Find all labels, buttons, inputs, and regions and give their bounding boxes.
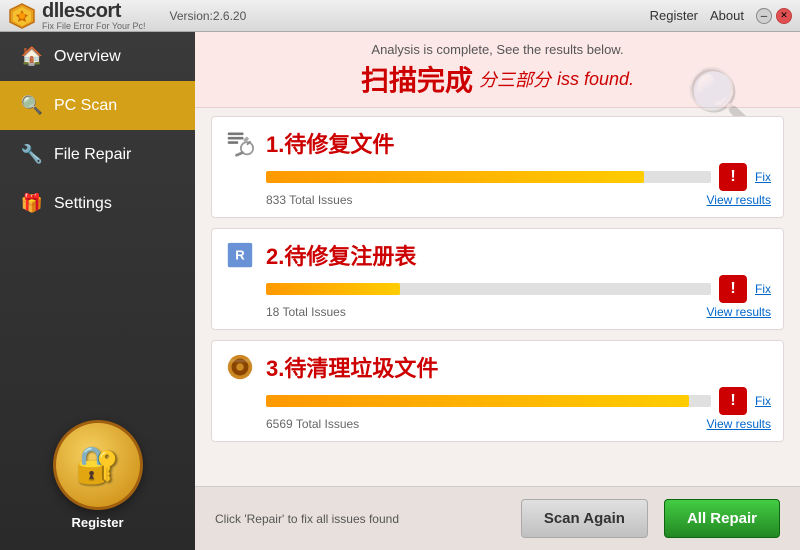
brand-name: dllescort [42,0,121,22]
lock-icon: 🔐 [75,444,120,486]
results-header: Analysis is complete, See the results be… [195,32,800,108]
title-bar: dllescort Fix File Error For Your Pc! Ve… [0,0,800,32]
wrench-svg-icon [226,129,254,157]
title-bar-right: Register About ─ ✕ [650,8,792,24]
disk-progress-bg [266,395,711,407]
registry-title: 2.待修复注册表 [266,239,771,271]
file-repair-progress-bg [266,171,711,183]
analysis-subtitle: Analysis is complete, See the results be… [215,42,780,57]
scan-item-registry: R 2.待修复注册表 ! Fix 18 Total Issues View re… [211,228,784,330]
scan-item-disk: 3.待清理垃圾文件 ! Fix 6569 Total Issues View r… [211,340,784,442]
sidebar: 🏠 Overview 🔍 PC Scan 🔧 File Repair 🎁 Set… [0,32,195,550]
sidebar-settings-label: Settings [54,195,112,213]
file-repair-bar-area: ! Fix [266,163,771,191]
registry-progress-fill [266,283,400,295]
file-repair-fix-link[interactable]: Fix [755,170,771,184]
sidebar-item-overview[interactable]: 🏠 Overview [0,32,195,81]
registry-view-results[interactable]: View results [707,305,771,319]
scan-items-list: 1.待修复文件 ! Fix 833 Total Issues View resu… [195,108,800,486]
sidebar-item-file-repair[interactable]: 🔧 File Repair [0,130,195,179]
file-repair-title: 1.待修复文件 [266,127,771,159]
title-bar-left: dllescort Fix File Error For Your Pc! Ve… [8,0,246,31]
all-repair-button[interactable]: All Repair [664,499,780,538]
disk-bar-area: ! Fix [266,387,771,415]
file-repair-footer: 833 Total Issues View results [266,193,771,207]
disk-view-results[interactable]: View results [707,417,771,431]
svg-text:R: R [235,248,245,263]
window-controls: ─ ✕ [756,8,792,24]
sidebar-filerepair-label: File Repair [54,146,131,164]
sidebar-item-pc-scan[interactable]: 🔍 PC Scan [0,81,195,130]
close-button[interactable]: ✕ [776,8,792,24]
registry-progress-bg [266,283,711,295]
scan-item-header-3: 3.待清理垃圾文件 [224,351,771,383]
disk-svg-icon [225,352,255,382]
register-badge[interactable]: 🔐 Register [53,420,143,530]
disk-title: 3.待清理垃圾文件 [266,351,771,383]
about-link[interactable]: About [710,8,744,23]
wrench-icon: 🔧 [20,144,44,165]
content-area: Analysis is complete, See the results be… [195,32,800,550]
file-repair-icon [224,127,256,159]
sidebar-item-settings[interactable]: 🎁 Settings [0,179,195,228]
brand-name-group: dllescort Fix File Error For Your Pc! [42,0,146,31]
sidebar-pcscan-label: PC Scan [54,97,117,115]
home-icon: 🏠 [20,46,44,67]
file-repair-issues: 833 Total Issues [266,193,353,207]
scan-complete-text: 扫描完成 [361,59,473,99]
minimize-button[interactable]: ─ [756,8,772,24]
settings-icon: 🎁 [20,193,44,214]
registry-footer: 18 Total Issues View results [266,305,771,319]
registry-svg-icon: R [225,240,255,270]
logo-icon [8,2,36,30]
disk-alert-btn[interactable]: ! [719,387,747,415]
scan-again-button[interactable]: Scan Again [521,499,648,538]
bottom-hint: Click 'Repair' to fix all issues found [215,512,505,526]
registry-bar-area: ! Fix [266,275,771,303]
file-repair-progress-fill [266,171,644,183]
brand-tagline: Fix File Error For Your Pc! [42,21,146,31]
registry-fix-link[interactable]: Fix [755,282,771,296]
register-circle: 🔐 [53,420,143,510]
file-repair-view-results[interactable]: View results [707,193,771,207]
sections-label: 分三部分 [479,66,551,92]
registry-alert-btn[interactable]: ! [719,275,747,303]
main-layout: 🏠 Overview 🔍 PC Scan 🔧 File Repair 🎁 Set… [0,32,800,550]
register-link[interactable]: Register [650,8,698,23]
disk-footer: 6569 Total Issues View results [266,417,771,431]
version-label: Version:2.6.20 [170,9,247,23]
search-icon: 🔍 [20,95,44,116]
sidebar-overview-label: Overview [54,48,121,66]
scan-item-header-2: R 2.待修复注册表 [224,239,771,271]
results-title-area: 扫描完成 分三部分 iss found. 🔍 [215,59,780,99]
registry-issues: 18 Total Issues [266,305,346,319]
issues-label: iss found. [557,69,634,90]
registry-icon: R [224,239,256,271]
disk-icon [224,351,256,383]
scan-item-header-1: 1.待修复文件 [224,127,771,159]
scan-item-file-repair: 1.待修复文件 ! Fix 833 Total Issues View resu… [211,116,784,218]
app-logo: dllescort Fix File Error For Your Pc! [8,0,146,31]
file-repair-alert-btn[interactable]: ! [719,163,747,191]
register-badge-label: Register [71,515,123,530]
disk-issues: 6569 Total Issues [266,417,359,431]
disk-progress-fill [266,395,689,407]
disk-fix-link[interactable]: Fix [755,394,771,408]
bottom-bar: Click 'Repair' to fix all issues found S… [195,486,800,550]
